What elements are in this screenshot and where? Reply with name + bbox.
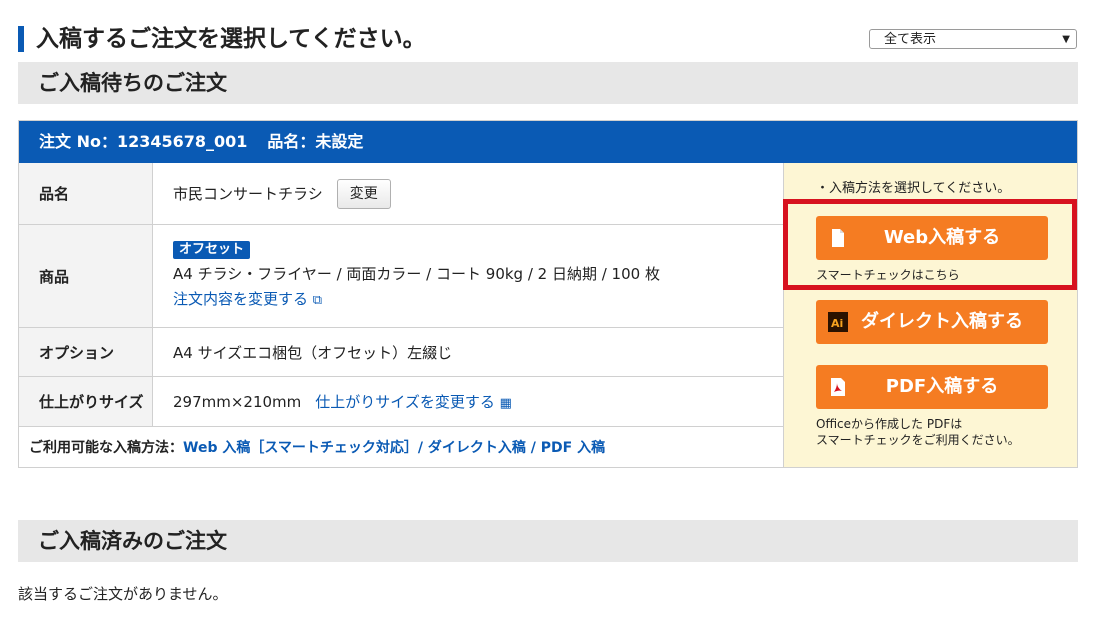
pdf-note-line1: Officeから作成した PDFは — [816, 417, 963, 431]
row-value: 市民コンサートチラシ 変更 — [173, 163, 773, 224]
offset-badge: オフセット — [173, 241, 251, 259]
filter-select[interactable]: 全て表示 ▼ — [869, 29, 1077, 49]
order-number: 注文 No：12345678_001 — [39, 132, 248, 151]
table-icon: ▦ — [499, 396, 512, 411]
pending-section-header: ご入稿待ちのご注文 — [18, 62, 1078, 104]
no-orders-message: 該当するご注文がありません。 — [18, 585, 228, 603]
external-link-icon: ⧉ — [312, 293, 323, 308]
product-name: 市民コンサートチラシ — [173, 185, 323, 203]
page-title: 入稿するご注文を選択してください。 — [18, 24, 426, 54]
row-size: 仕上がりサイズ 297mm×210mm 仕上がりサイズを変更する ▦ — [19, 377, 783, 427]
size-value: 297mm×210mm — [173, 392, 302, 411]
row-value: オフセット A4 チラシ・フライヤー / 両面カラー / コート 90kg / … — [173, 225, 773, 327]
filter-value: 全て表示 — [884, 32, 937, 47]
change-order-link[interactable]: 注文内容を変更する ⧉ — [173, 288, 773, 309]
completed-section-header: ご入稿済みのご注文 — [18, 520, 1078, 562]
change-size-link-label: 仕上がりサイズを変更する — [315, 393, 495, 411]
web-upload-highlight — [783, 199, 1077, 290]
row-product: 商品 オフセット A4 チラシ・フライヤー / 両面カラー / コート 90kg… — [19, 225, 783, 328]
row-label: オプション — [19, 328, 153, 376]
change-name-button[interactable]: 変更 — [336, 178, 391, 209]
row-label: 仕上がりサイズ — [19, 377, 153, 426]
direct-upload-label: ダイレクト入稿する — [861, 311, 1023, 332]
chevron-down-icon: ▼ — [1062, 34, 1070, 45]
methods-label: ご利用可能な入稿方法： — [29, 440, 183, 456]
pdf-note: Officeから作成した PDFは スマートチェックをご利用ください。 — [816, 416, 1020, 448]
row-label: 品名 — [19, 163, 153, 224]
product-spec: A4 チラシ・フライヤー / 両面カラー / コート 90kg / 2 日納期 … — [173, 265, 660, 283]
change-size-link[interactable]: 仕上がりサイズを変更する ▦ — [315, 391, 512, 412]
order-name: 品名：未設定 — [267, 132, 364, 151]
order-card: 注文 No：12345678_001 品名：未設定 品名 市民コンサートチラシ 変… — [18, 120, 1078, 468]
methods-value: Web 入稿［スマートチェック対応］/ ダイレクト入稿 / PDF 入稿 — [183, 440, 606, 456]
pdf-upload-button[interactable]: PDF入稿する — [816, 365, 1048, 409]
pdf-note-line2: スマートチェックをご利用ください。 — [816, 433, 1020, 447]
option-value: A4 サイズエコ梱包（オフセット）左綴じ — [173, 343, 453, 362]
row-label: 商品 — [19, 225, 153, 327]
row-option: オプション A4 サイズエコ梱包（オフセット）左綴じ — [19, 328, 783, 377]
available-methods: ご利用可能な入稿方法：Web 入稿［スマートチェック対応］/ ダイレクト入稿 /… — [19, 429, 783, 467]
row-name: 品名 市民コンサートチラシ 変更 — [19, 163, 783, 225]
direct-upload-button[interactable]: Ai ダイレクト入稿する — [816, 300, 1048, 344]
upload-instruction: ・入稿方法を選択してください。 — [816, 181, 1011, 196]
pdf-upload-label: PDF入稿する — [885, 376, 999, 397]
row-value: 297mm×210mm 仕上がりサイズを変更する ▦ — [173, 377, 773, 426]
order-header: 注文 No：12345678_001 品名：未設定 — [19, 121, 1077, 163]
change-order-link-label: 注文内容を変更する — [173, 290, 309, 308]
